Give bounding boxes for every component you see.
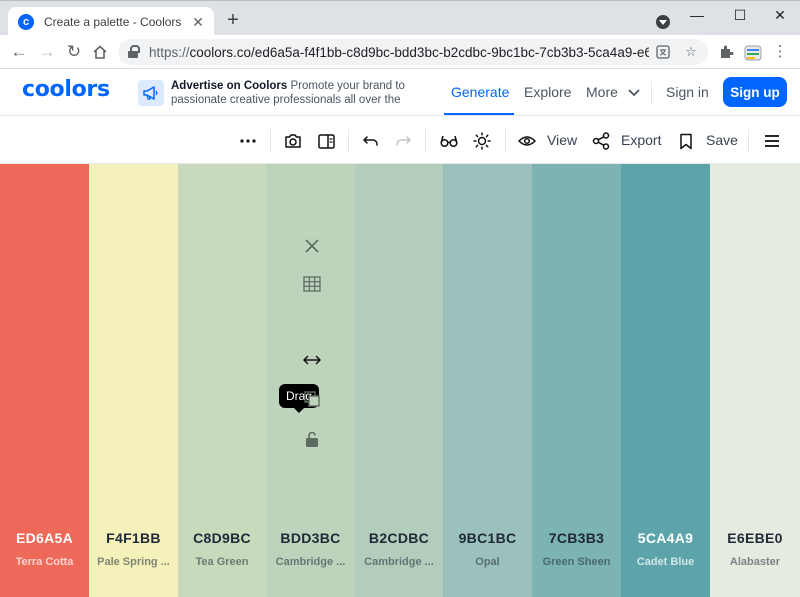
drag-arrows-icon[interactable]	[296, 346, 328, 374]
color-column[interactable]: B2CDBC Cambridge ...	[355, 164, 443, 597]
color-name: Pale Spring ...	[97, 556, 170, 568]
coolors-logo[interactable]: coolors	[22, 77, 110, 102]
layout-panel-icon[interactable]	[314, 129, 338, 153]
reload-icon[interactable]: ↻	[63, 41, 85, 63]
toolbar-divider	[748, 129, 749, 153]
sign-in-link[interactable]: Sign in	[666, 84, 709, 100]
toolbar-divider	[348, 129, 349, 153]
sun-brightness-icon[interactable]	[470, 129, 494, 153]
color-name: Green Sheen	[542, 556, 611, 568]
coolors-favicon-icon: c	[18, 14, 34, 30]
toolbar-divider	[425, 129, 426, 153]
color-column[interactable]: 7CB3B3 Green Sheen	[532, 164, 621, 597]
advertise-banner[interactable]: Advertise on Coolors Promote your brand …	[171, 79, 421, 107]
tab-title: Create a palette - Coolors	[44, 15, 182, 29]
color-name: Alabaster	[729, 556, 781, 568]
tab-close-icon[interactable]: ✕	[190, 14, 206, 31]
tab-search-icon[interactable]	[656, 15, 670, 29]
color-column[interactable]: BDD3BC Cambridge ...	[266, 164, 355, 597]
glasses-icon[interactable]	[437, 129, 461, 153]
palette-toolbar: View Export Save	[0, 117, 800, 164]
shades-grid-icon[interactable]	[296, 270, 328, 298]
url-text: https://coolors.co/ed6a5a-f4f1bb-c8d9bc-…	[149, 44, 649, 60]
toolbar-divider	[505, 129, 506, 153]
new-tab-button[interactable]: +	[222, 9, 244, 31]
color-column[interactable]: F4F1BB Pale Spring ...	[89, 164, 178, 597]
browser-tab-strip: c Create a palette - Coolors ✕ + — ☐ ✕	[0, 0, 800, 37]
hamburger-menu-icon[interactable]	[760, 129, 784, 153]
color-hex-code[interactable]: 5CA4A9	[621, 530, 710, 546]
nav-active-indicator	[444, 113, 514, 115]
color-hex-code[interactable]: BDD3BC	[266, 530, 355, 546]
eye-icon[interactable]	[515, 129, 539, 153]
color-hex-code[interactable]: B2CDBC	[355, 530, 443, 546]
ad-title: Advertise on Coolors	[171, 80, 288, 92]
browser-toolbar: ← → ↻ https://coolors.co/ed6a5a-f4f1bb-c…	[0, 35, 800, 69]
color-name: Cambridge ...	[364, 556, 434, 568]
view-button[interactable]: View	[547, 132, 577, 148]
color-name: Cadet Blue	[636, 556, 695, 568]
save-button[interactable]: Save	[706, 132, 738, 148]
more-options-icon[interactable]	[236, 129, 260, 153]
color-column[interactable]: ED6A5A Terra Cotta	[0, 164, 89, 597]
color-hex-code[interactable]: ED6A5A	[0, 530, 89, 546]
color-name: Terra Cotta	[15, 556, 74, 568]
forward-arrow-icon[interactable]: →	[36, 41, 58, 63]
color-name: Cambridge ...	[275, 556, 346, 568]
undo-icon[interactable]	[359, 129, 383, 153]
megaphone-icon[interactable]	[138, 80, 164, 106]
camera-icon[interactable]	[281, 129, 305, 153]
color-hex-code[interactable]: C8D9BC	[178, 530, 266, 546]
color-name: Opal	[475, 556, 500, 568]
address-bar[interactable]: https://coolors.co/ed6a5a-f4f1bb-c8d9bc-…	[118, 39, 708, 65]
color-column[interactable]: E6EBE0 Alabaster	[710, 164, 800, 597]
translate-icon[interactable]	[656, 45, 670, 59]
home-icon[interactable]	[89, 41, 111, 63]
color-palette: ED6A5A Terra Cotta F4F1BB Pale Spring ... C8…	[0, 164, 800, 597]
nav-more[interactable]: More	[586, 84, 640, 100]
bookmark-icon[interactable]	[674, 129, 698, 153]
unlock-icon[interactable]	[296, 425, 328, 453]
maximize-button[interactable]: ☐	[725, 5, 755, 25]
bookmark-star-icon[interactable]: ☆	[684, 45, 698, 59]
site-header: coolors Advertise on Coolors Promote you…	[0, 69, 800, 116]
color-column[interactable]: 9BC1BC Opal	[443, 164, 532, 597]
profile-avatar-icon[interactable]	[744, 44, 762, 61]
lock-icon[interactable]	[128, 45, 140, 59]
back-arrow-icon[interactable]: ←	[8, 41, 30, 63]
toolbar-divider	[270, 129, 271, 153]
color-hex-code[interactable]: F4F1BB	[89, 530, 178, 546]
minimize-button[interactable]: —	[682, 5, 712, 25]
browser-menu-icon[interactable]: ⋮	[772, 44, 788, 60]
nav-generate[interactable]: Generate	[451, 84, 509, 100]
extensions-icon[interactable]	[718, 44, 734, 60]
nav-more-label: More	[586, 84, 618, 100]
chevron-down-icon	[628, 89, 640, 97]
color-hex-code[interactable]: 7CB3B3	[532, 530, 621, 546]
color-column[interactable]: 5CA4A9 Cadet Blue	[621, 164, 710, 597]
remove-color-icon[interactable]	[296, 232, 328, 260]
nav-explore[interactable]: Explore	[524, 84, 571, 100]
close-window-button[interactable]: ✕	[765, 5, 795, 25]
sign-up-button[interactable]: Sign up	[723, 77, 787, 107]
color-hex-code[interactable]: 9BC1BC	[443, 530, 532, 546]
redo-icon[interactable]	[391, 129, 415, 153]
export-button[interactable]: Export	[621, 132, 661, 148]
share-icon[interactable]	[589, 129, 613, 153]
color-column[interactable]: C8D9BC Tea Green	[178, 164, 266, 597]
browser-tab[interactable]: c Create a palette - Coolors ✕	[8, 7, 214, 37]
color-name: Tea Green	[195, 556, 249, 568]
color-hex-code[interactable]: E6EBE0	[710, 530, 800, 546]
nav-divider	[651, 81, 652, 105]
copy-icon[interactable]	[296, 385, 328, 413]
